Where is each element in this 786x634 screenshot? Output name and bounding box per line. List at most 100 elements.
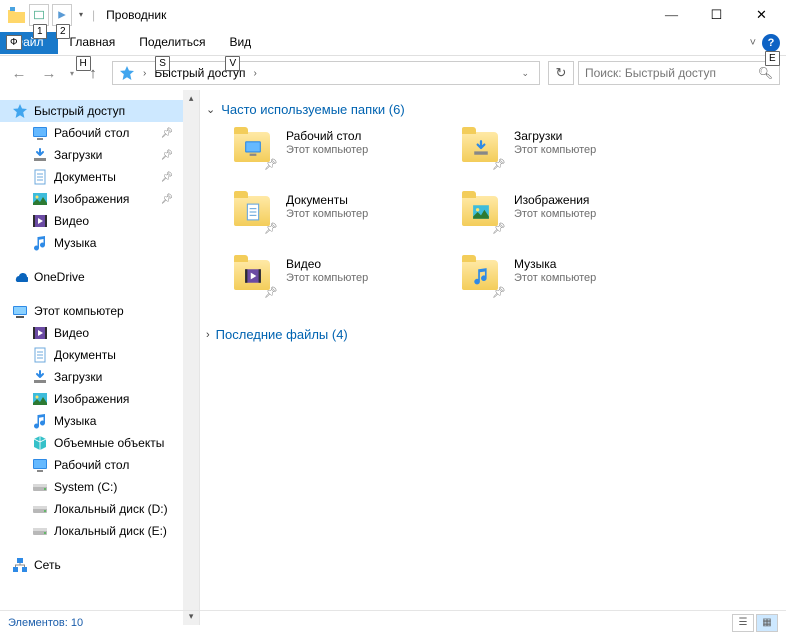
tree-item[interactable]: Локальный диск (D:) bbox=[0, 498, 183, 520]
tree-label: Локальный диск (E:) bbox=[54, 524, 167, 538]
section-recent-files[interactable]: › Последние файлы (4) bbox=[204, 323, 786, 346]
tree-quick-access[interactable]: Быстрый доступ bbox=[0, 100, 183, 122]
tree-label: Видео bbox=[54, 326, 89, 340]
tree-label: Изображения bbox=[54, 392, 129, 406]
back-button[interactable]: ← bbox=[6, 60, 32, 86]
search-placeholder: Поиск: Быстрый доступ bbox=[585, 66, 716, 80]
tree-label: System (C:) bbox=[54, 480, 117, 494]
tree-item[interactable]: Изображения 📌︎ bbox=[0, 188, 183, 210]
folder-item[interactable]: 📌︎МузыкаЭтот компьютер bbox=[460, 257, 684, 297]
pictures-icon bbox=[32, 391, 48, 407]
tree-this-pc[interactable]: Этот компьютер bbox=[0, 300, 183, 322]
item-count: Элементов: 10 bbox=[8, 617, 83, 629]
tree-item[interactable]: Документы📌︎ bbox=[0, 166, 183, 188]
folder-item[interactable]: 📌︎ ЗагрузкиЭтот компьютер bbox=[460, 129, 684, 169]
chevron-right-icon: › bbox=[206, 329, 210, 341]
tree-label: Быстрый доступ bbox=[34, 104, 125, 118]
forward-button[interactable]: → bbox=[36, 60, 62, 86]
music-icon bbox=[32, 235, 48, 251]
address-dropdown-icon[interactable]: ⌄ bbox=[515, 68, 535, 79]
tree-item[interactable]: Документы bbox=[0, 344, 183, 366]
folder-location: Этот компьютер bbox=[286, 144, 368, 156]
pin-icon: 📌︎ bbox=[492, 222, 506, 235]
view-icons-button[interactable]: ▦ bbox=[756, 614, 778, 632]
video-icon bbox=[32, 325, 48, 341]
ribbon-tabs: Файл Ф Главная H Поделиться S Вид V ˅ ? … bbox=[0, 30, 786, 56]
tree-item[interactable]: Рабочий стол bbox=[0, 454, 183, 476]
folder-location: Этот компьютер bbox=[514, 208, 596, 220]
tab-file[interactable]: Файл Ф bbox=[0, 32, 58, 54]
folder-name: Документы bbox=[286, 193, 368, 207]
3d-icon bbox=[32, 435, 48, 451]
folder-name: Загрузки bbox=[514, 129, 596, 143]
window-title: Проводник bbox=[106, 8, 166, 22]
maximize-button[interactable]: ☐ bbox=[694, 1, 739, 29]
tree-item[interactable]: Видео bbox=[0, 322, 183, 344]
tree-item[interactable]: Видео bbox=[0, 210, 183, 232]
tree-item[interactable]: Локальный диск (E:) bbox=[0, 520, 183, 542]
tree-item[interactable]: Загрузки bbox=[0, 366, 183, 388]
qat-button-2[interactable]: 2 bbox=[52, 4, 72, 26]
tree-label: Локальный диск (D:) bbox=[54, 502, 168, 516]
tree-network[interactable]: Сеть bbox=[0, 554, 183, 576]
ribbon-expand-icon[interactable]: ˅ bbox=[750, 37, 756, 49]
pin-icon: 📌︎ bbox=[264, 286, 278, 299]
tree-item[interactable]: Изображения bbox=[0, 388, 183, 410]
tree-item[interactable]: Объемные объекты bbox=[0, 432, 183, 454]
folder-name: Музыка bbox=[514, 257, 596, 271]
tree-item[interactable]: Рабочий стол📌︎ bbox=[0, 122, 183, 144]
section-frequent-folders[interactable]: ⌄ Часто используемые папки (6) bbox=[204, 98, 786, 121]
folder-location: Этот компьютер bbox=[514, 144, 596, 156]
folder-item[interactable]: 📌︎ВидеоЭтот компьютер bbox=[232, 257, 456, 297]
folder-icon: 📌︎ bbox=[232, 129, 276, 169]
downloads-icon bbox=[32, 369, 48, 385]
tree-label: Изображения bbox=[54, 192, 129, 206]
chevron-right-icon[interactable]: › bbox=[249, 68, 260, 79]
tree-item[interactable]: System (C:) bbox=[0, 476, 183, 498]
chevron-right-icon[interactable]: › bbox=[139, 68, 150, 79]
tree-label: Музыка bbox=[54, 236, 96, 250]
sidebar-scrollbar[interactable]: ▴ ▾ bbox=[183, 90, 199, 625]
address-box[interactable]: › Быстрый доступ › ⌄ bbox=[112, 61, 540, 85]
qat-button-1[interactable]: 1 bbox=[29, 4, 49, 26]
drive-icon bbox=[32, 501, 48, 517]
tree-onedrive[interactable]: OneDrive bbox=[0, 266, 183, 288]
section-title: Часто используемые папки (6) bbox=[221, 102, 404, 117]
desktop-icon bbox=[32, 457, 48, 473]
tree-item[interactable]: Музыка bbox=[0, 232, 183, 254]
tab-view[interactable]: Вид V bbox=[217, 32, 263, 54]
video-icon bbox=[32, 213, 48, 229]
address-bar: ← → ▾ ↑ › Быстрый доступ › ⌄ ↻ Поиск: Бы… bbox=[0, 56, 786, 90]
close-button[interactable]: ✕ bbox=[739, 1, 784, 29]
chevron-down-icon: ⌄ bbox=[206, 103, 215, 116]
qat-dropdown-icon[interactable]: ▾ bbox=[79, 10, 83, 19]
folder-icon: 📌︎ bbox=[460, 129, 504, 169]
tree-label: Сеть bbox=[34, 558, 61, 572]
documents-icon bbox=[32, 347, 48, 363]
tree-label: Загрузки bbox=[54, 148, 102, 162]
folder-name: Рабочий стол bbox=[286, 129, 368, 143]
pin-icon: 📌︎ bbox=[264, 222, 278, 235]
tab-share[interactable]: Поделиться S bbox=[127, 32, 217, 54]
drive-icon bbox=[32, 479, 48, 495]
pin-icon: 📌︎ bbox=[492, 286, 506, 299]
drive-icon bbox=[32, 523, 48, 539]
star-icon bbox=[12, 103, 28, 119]
search-input[interactable]: Поиск: Быстрый доступ 🔍︎ bbox=[578, 61, 780, 85]
pin-icon: 📌︎ bbox=[161, 194, 174, 205]
folder-item[interactable]: 📌︎ДокументыЭтот компьютер bbox=[232, 193, 456, 233]
help-button[interactable]: ? E bbox=[762, 34, 780, 52]
tree-label: OneDrive bbox=[34, 270, 85, 284]
tree-label: Документы bbox=[54, 170, 116, 184]
tree-item[interactable]: Музыка bbox=[0, 410, 183, 432]
refresh-button[interactable]: ↻ bbox=[548, 61, 574, 85]
view-details-button[interactable]: ☰ bbox=[732, 614, 754, 632]
folder-item[interactable]: 📌︎ИзображенияЭтот компьютер bbox=[460, 193, 684, 233]
status-bar: Элементов: 10 ☰ ▦ bbox=[0, 610, 786, 634]
folder-icon: 📌︎ bbox=[460, 257, 504, 297]
scroll-up-icon[interactable]: ▴ bbox=[183, 90, 199, 107]
tree-item[interactable]: Загрузки📌︎ bbox=[0, 144, 183, 166]
folder-icon: 📌︎ bbox=[232, 193, 276, 233]
folder-item[interactable]: 📌︎ Рабочий столЭтот компьютер bbox=[232, 129, 456, 169]
minimize-button[interactable]: — bbox=[649, 1, 694, 29]
